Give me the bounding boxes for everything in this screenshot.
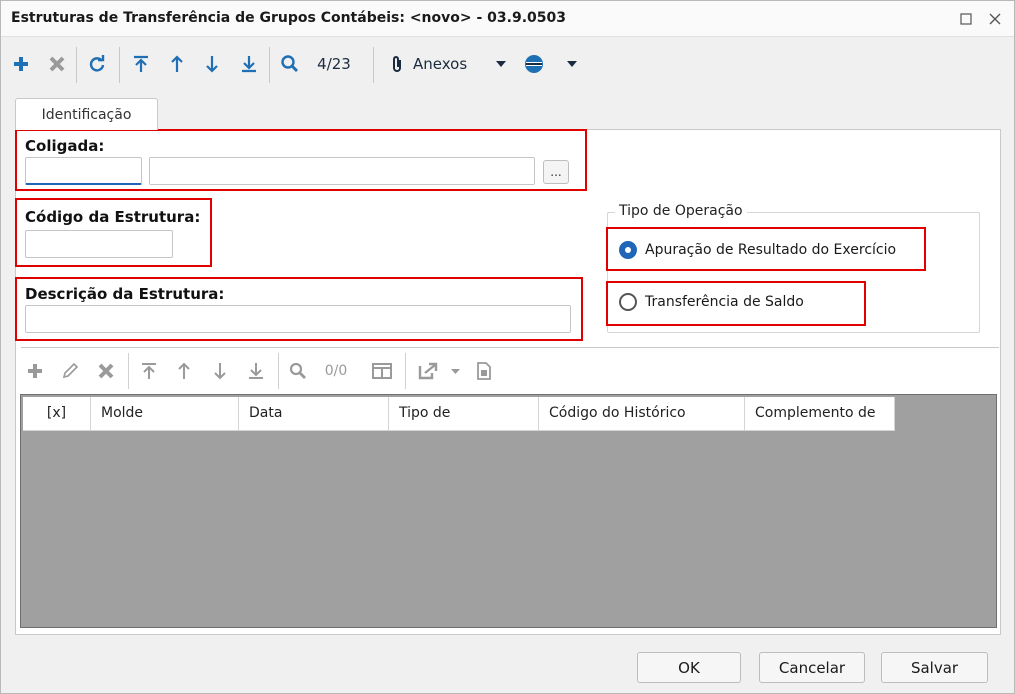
grid-header: [x] Molde Data Tipo de Código do Históri… <box>23 397 895 431</box>
toolbar-separator <box>278 353 279 389</box>
descricao-input[interactable] <box>25 305 571 333</box>
close-icon[interactable] <box>985 9 1005 29</box>
dropdown-arrow-icon[interactable] <box>562 49 582 79</box>
toolbar-separator <box>76 47 77 83</box>
previous-record-icon[interactable] <box>165 49 189 79</box>
toolbar-separator <box>128 353 129 389</box>
column-header-complemento[interactable]: Complemento de <box>745 397 895 431</box>
add-icon[interactable] <box>9 49 33 79</box>
dropdown-arrow-icon[interactable] <box>447 358 463 384</box>
coligada-label: Coligada: <box>25 137 105 155</box>
title-bar[interactable]: Estruturas de Transferência de Grupos Co… <box>1 1 1014 37</box>
first-record-icon[interactable] <box>137 358 161 384</box>
radio-apuracao-label: Apuração de Resultado do Exercício <box>645 242 897 258</box>
ok-button[interactable]: OK <box>637 652 741 683</box>
export-icon[interactable] <box>415 358 441 384</box>
next-record-icon[interactable] <box>208 358 232 384</box>
column-header-tipo[interactable]: Tipo de <box>389 397 539 431</box>
toolbar-separator <box>269 47 270 83</box>
delete-icon[interactable] <box>94 358 118 384</box>
edit-icon[interactable] <box>58 358 82 384</box>
tipo-operacao-legend: Tipo de Operação <box>615 203 747 219</box>
globe-icon[interactable] <box>521 49 547 79</box>
document-icon[interactable] <box>473 358 495 384</box>
coligada-browse-button[interactable]: ... <box>543 160 569 184</box>
grid-record-counter: 0/0 <box>324 363 348 379</box>
toolbar-separator <box>119 47 120 83</box>
data-grid[interactable]: [x] Molde Data Tipo de Código do Históri… <box>20 394 997 628</box>
tab-identificacao[interactable]: Identificação <box>15 98 158 130</box>
coligada-name-input[interactable] <box>149 157 535 185</box>
column-header-codigo-historico[interactable]: Código do Histórico <box>539 397 745 431</box>
columns-icon[interactable] <box>368 358 396 384</box>
codigo-input[interactable] <box>25 230 173 258</box>
next-record-icon[interactable] <box>200 49 224 79</box>
previous-record-icon[interactable] <box>172 358 196 384</box>
last-record-icon[interactable] <box>244 358 268 384</box>
radio-apuracao[interactable]: Apuração de Resultado do Exercício <box>619 241 896 259</box>
dialog-window: Estruturas de Transferência de Grupos Co… <box>0 0 1015 694</box>
search-icon[interactable] <box>286 358 310 384</box>
radio-checked-icon[interactable] <box>619 241 637 259</box>
attachments-button[interactable]: Anexos <box>413 49 483 79</box>
delete-icon[interactable] <box>45 49 69 79</box>
refresh-icon[interactable] <box>85 49 109 79</box>
last-record-icon[interactable] <box>237 49 261 79</box>
add-icon[interactable] <box>23 358 47 384</box>
coligada-code-input[interactable] <box>25 157 142 185</box>
radio-unchecked-icon[interactable] <box>619 293 637 311</box>
paperclip-icon[interactable] <box>387 49 407 79</box>
column-header-select[interactable]: [x] <box>23 397 91 431</box>
record-counter: 4/23 <box>317 55 351 73</box>
column-header-molde[interactable]: Molde <box>91 397 239 431</box>
main-toolbar: 4/23 Anexos <box>1 43 1014 87</box>
descricao-label: Descrição da Estrutura: <box>25 285 225 303</box>
window-title: Estruturas de Transferência de Grupos Co… <box>11 10 566 26</box>
column-header-data[interactable]: Data <box>239 397 389 431</box>
toolbar-separator <box>373 47 374 83</box>
codigo-label: Código da Estrutura: <box>25 208 201 226</box>
tipo-operacao-group <box>607 212 980 333</box>
cancel-button[interactable]: Cancelar <box>759 652 865 683</box>
maximize-icon[interactable] <box>956 9 976 29</box>
section-divider <box>21 347 999 348</box>
dropdown-arrow-icon[interactable] <box>491 49 511 79</box>
search-icon[interactable] <box>278 49 302 79</box>
radio-transferencia[interactable]: Transferência de Saldo <box>619 293 804 311</box>
toolbar-separator <box>405 353 406 389</box>
radio-transferencia-label: Transferência de Saldo <box>645 294 804 310</box>
save-button[interactable]: Salvar <box>881 652 988 683</box>
first-record-icon[interactable] <box>129 49 153 79</box>
